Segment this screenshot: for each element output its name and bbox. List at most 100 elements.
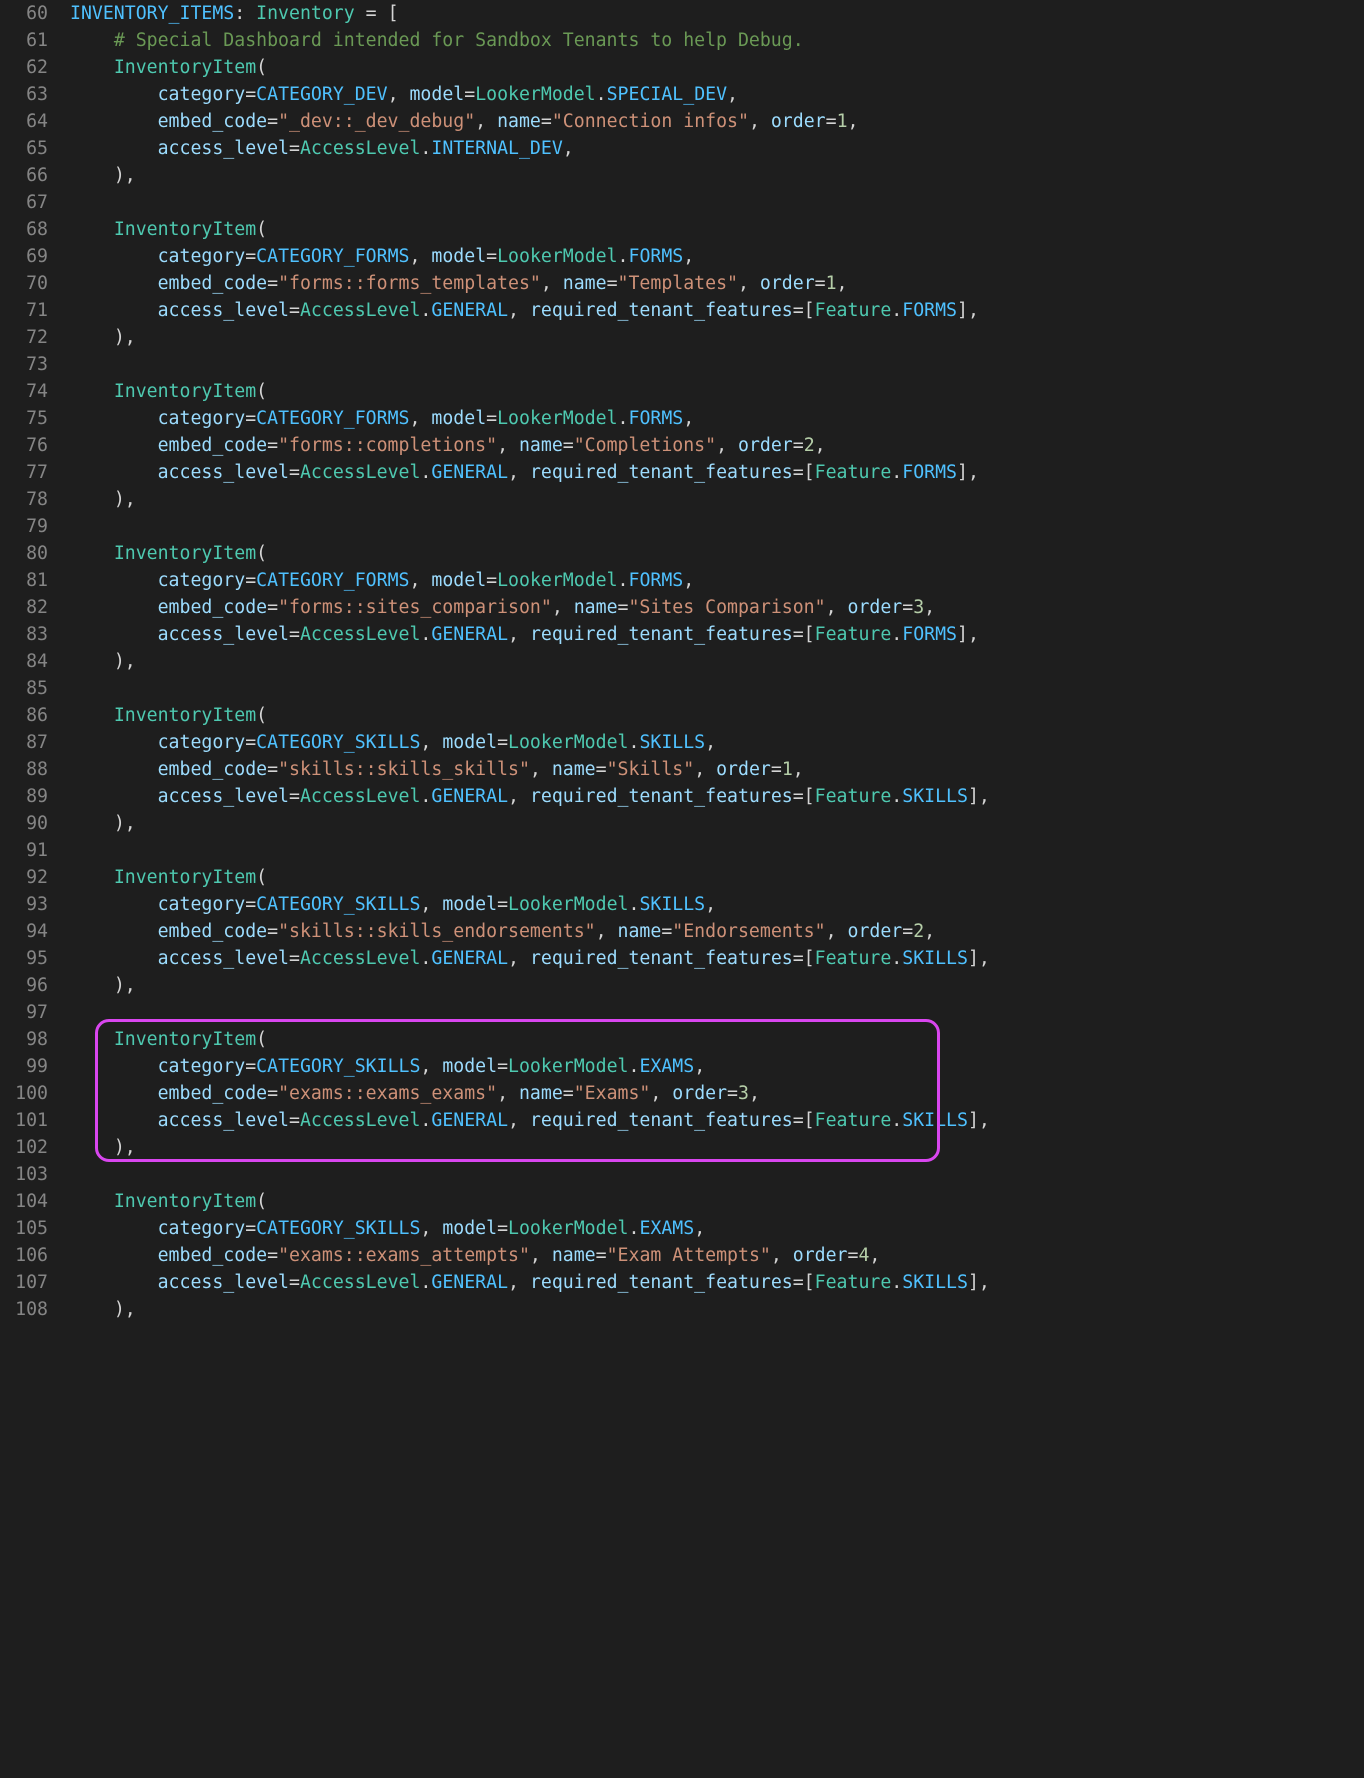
line-number: 63	[0, 81, 48, 108]
code-line[interactable]: access_level=AccessLevel.INTERNAL_DEV,	[70, 135, 1364, 162]
code-line[interactable]	[70, 675, 1364, 702]
token: 2	[913, 921, 924, 942]
token: =	[826, 111, 837, 132]
code-line[interactable]: category=CATEGORY_DEV, model=LookerModel…	[70, 81, 1364, 108]
code-line[interactable]: InventoryItem(	[70, 54, 1364, 81]
token: =[	[793, 948, 815, 969]
code-line[interactable]: InventoryItem(	[70, 378, 1364, 405]
token: CATEGORY_SKILLS	[256, 732, 420, 753]
indent	[70, 570, 158, 591]
code-line[interactable]: embed_code="skills::skills_endorsements"…	[70, 918, 1364, 945]
code-line[interactable]: embed_code="forms::sites_comparison", na…	[70, 594, 1364, 621]
token: EXAMS	[639, 1218, 694, 1239]
indent	[70, 975, 114, 996]
code-line[interactable]: embed_code="forms::forms_templates", nam…	[70, 270, 1364, 297]
token: AccessLevel	[300, 138, 420, 159]
token: name	[618, 921, 662, 942]
code-line[interactable]: InventoryItem(	[70, 1026, 1364, 1053]
code-line[interactable]: embed_code="exams::exams_attempts", name…	[70, 1242, 1364, 1269]
token: ,	[826, 921, 848, 942]
line-number: 102	[0, 1134, 48, 1161]
token: "Completions"	[574, 435, 716, 456]
token: ),	[114, 327, 136, 348]
token: "forms::completions"	[278, 435, 497, 456]
code-line[interactable]: InventoryItem(	[70, 1188, 1364, 1215]
code-editor[interactable]: 6061626364656667686970717273747576777879…	[0, 0, 1364, 1323]
code-line[interactable]	[70, 189, 1364, 216]
token: ],	[968, 1110, 990, 1131]
code-line[interactable]: category=CATEGORY_SKILLS, model=LookerMo…	[70, 729, 1364, 756]
token: .	[618, 408, 629, 429]
code-line[interactable]	[70, 999, 1364, 1026]
code-line[interactable]: category=CATEGORY_SKILLS, model=LookerMo…	[70, 1215, 1364, 1242]
token: SKILLS	[902, 1272, 968, 1293]
code-line[interactable]: embed_code="_dev::_dev_debug", name="Con…	[70, 108, 1364, 135]
code-line[interactable]: access_level=AccessLevel.GENERAL, requir…	[70, 621, 1364, 648]
token: name	[574, 597, 618, 618]
indent	[70, 1029, 114, 1050]
token: # Special Dashboard intended for Sandbox…	[114, 30, 804, 51]
code-line[interactable]: ),	[70, 810, 1364, 837]
indent	[70, 1056, 158, 1077]
code-line[interactable]: category=CATEGORY_FORMS, model=LookerMod…	[70, 567, 1364, 594]
code-line[interactable]: ),	[70, 972, 1364, 999]
code-line[interactable]: # Special Dashboard intended for Sandbox…	[70, 27, 1364, 54]
line-number: 100	[0, 1080, 48, 1107]
line-number: 107	[0, 1269, 48, 1296]
code-line[interactable]: access_level=AccessLevel.GENERAL, requir…	[70, 783, 1364, 810]
code-line[interactable]: category=CATEGORY_SKILLS, model=LookerMo…	[70, 891, 1364, 918]
token: =	[497, 894, 508, 915]
code-line[interactable]	[70, 351, 1364, 378]
indent	[70, 273, 158, 294]
code-line[interactable]: ),	[70, 1134, 1364, 1161]
code-line[interactable]: InventoryItem(	[70, 216, 1364, 243]
token: =	[289, 138, 300, 159]
code-line[interactable]: ),	[70, 1296, 1364, 1323]
token: order	[738, 435, 793, 456]
token: access_level	[158, 624, 289, 645]
token: LookerModel	[508, 1218, 628, 1239]
token: ,	[420, 1056, 442, 1077]
line-number: 80	[0, 540, 48, 567]
code-line[interactable]: ),	[70, 486, 1364, 513]
code-line[interactable]: access_level=AccessLevel.GENERAL, requir…	[70, 1269, 1364, 1296]
token: Feature	[815, 1272, 892, 1293]
code-line[interactable]: access_level=AccessLevel.GENERAL, requir…	[70, 459, 1364, 486]
code-line[interactable]: category=CATEGORY_FORMS, model=LookerMod…	[70, 243, 1364, 270]
code-line[interactable]: access_level=AccessLevel.GENERAL, requir…	[70, 297, 1364, 324]
indent	[70, 327, 114, 348]
token: ,	[716, 435, 738, 456]
code-line[interactable]: embed_code="skills::skills_skills", name…	[70, 756, 1364, 783]
code-line[interactable]	[70, 837, 1364, 864]
code-line[interactable]: InventoryItem(	[70, 702, 1364, 729]
code-line[interactable]	[70, 513, 1364, 540]
token: ,	[650, 1083, 672, 1104]
token: FORMS	[902, 462, 957, 483]
line-number: 72	[0, 324, 48, 351]
line-number: 106	[0, 1242, 48, 1269]
line-number: 78	[0, 486, 48, 513]
token: ,	[409, 246, 431, 267]
code-area[interactable]: INVENTORY_ITEMS: Inventory = [ # Special…	[56, 0, 1364, 1323]
code-line[interactable]: InventoryItem(	[70, 540, 1364, 567]
token: "Endorsements"	[672, 921, 825, 942]
code-line[interactable]: ),	[70, 324, 1364, 351]
code-line[interactable]: embed_code="exams::exams_exams", name="E…	[70, 1080, 1364, 1107]
code-line[interactable]: ),	[70, 648, 1364, 675]
token: .	[618, 570, 629, 591]
token: =	[267, 921, 278, 942]
token: =	[245, 408, 256, 429]
token: =	[771, 759, 782, 780]
code-line[interactable]: InventoryItem(	[70, 864, 1364, 891]
code-line[interactable]: category=CATEGORY_SKILLS, model=LookerMo…	[70, 1053, 1364, 1080]
indent	[70, 813, 114, 834]
code-line[interactable]: ),	[70, 162, 1364, 189]
code-line[interactable]: access_level=AccessLevel.GENERAL, requir…	[70, 945, 1364, 972]
code-line[interactable]: embed_code="forms::completions", name="C…	[70, 432, 1364, 459]
code-line[interactable]: access_level=AccessLevel.GENERAL, requir…	[70, 1107, 1364, 1134]
code-line[interactable]: category=CATEGORY_FORMS, model=LookerMod…	[70, 405, 1364, 432]
code-line[interactable]	[70, 1161, 1364, 1188]
token: .	[891, 1110, 902, 1131]
token: name	[519, 435, 563, 456]
code-line[interactable]: INVENTORY_ITEMS: Inventory = [	[70, 0, 1364, 27]
